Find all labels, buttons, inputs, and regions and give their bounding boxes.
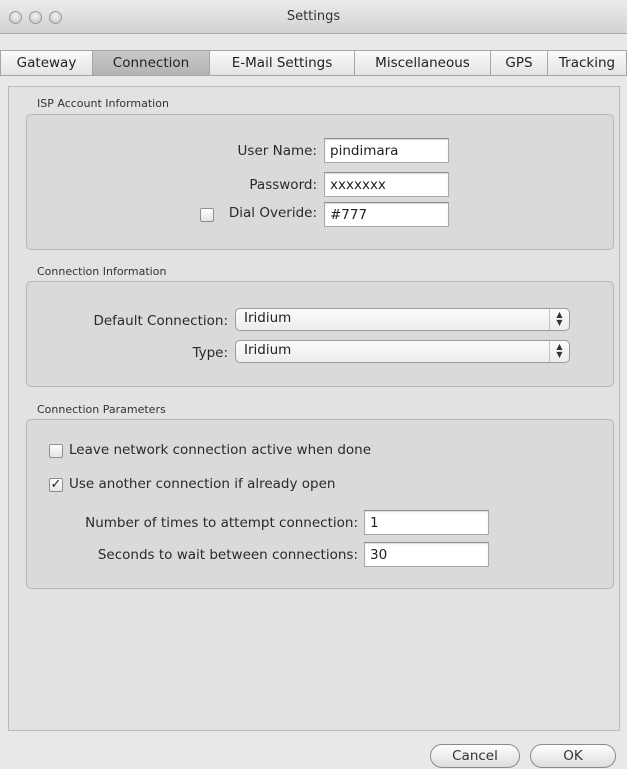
use-another-checkbox[interactable]: ✓ — [49, 478, 63, 492]
type-value: Iridium — [244, 342, 292, 358]
cancel-button[interactable]: Cancel — [430, 744, 520, 768]
tab-email-settings[interactable]: E-Mail Settings — [210, 50, 355, 76]
isp-group-label: ISP Account Information — [37, 97, 169, 110]
ok-button[interactable]: OK — [530, 744, 616, 768]
tab-gateway[interactable]: Gateway — [0, 50, 93, 76]
dial-override-field[interactable] — [324, 202, 449, 227]
user-name-field[interactable] — [324, 138, 449, 163]
tab-connection[interactable]: Connection — [93, 50, 210, 76]
isp-group-box — [26, 114, 614, 250]
type-label: Type: — [192, 345, 228, 361]
tab-tracking[interactable]: Tracking — [548, 50, 627, 76]
tab-gps[interactable]: GPS — [491, 50, 548, 76]
connection-params-group-label: Connection Parameters — [37, 403, 166, 416]
up-down-arrows-icon: ▲ ▼ — [549, 341, 569, 362]
default-connection-value: Iridium — [244, 310, 292, 326]
tab-bar: Gateway Connection E-Mail Settings Misce… — [0, 50, 627, 76]
up-down-arrows-icon: ▲ ▼ — [549, 309, 569, 330]
user-name-label: User Name: — [237, 143, 317, 159]
attempts-field[interactable] — [364, 510, 489, 535]
connection-info-group-label: Connection Information — [37, 265, 167, 278]
leave-active-label: Leave network connection active when don… — [69, 442, 372, 458]
wait-field[interactable] — [364, 542, 489, 567]
password-label: Password: — [249, 177, 317, 193]
window-title: Settings — [286, 9, 341, 24]
tab-miscellaneous[interactable]: Miscellaneous — [355, 50, 491, 76]
dial-override-checkbox[interactable] — [200, 208, 214, 222]
connection-info-group-box — [26, 281, 614, 387]
password-field[interactable] — [324, 172, 449, 197]
default-connection-popup[interactable]: Iridium ▲ ▼ — [235, 308, 570, 331]
checkmark-icon: ✓ — [50, 477, 62, 492]
use-another-label: Use another connection if already open — [69, 476, 336, 492]
type-popup[interactable]: Iridium ▲ ▼ — [235, 340, 570, 363]
wait-label: Seconds to wait between connections: — [97, 547, 358, 563]
default-connection-label: Default Connection: — [93, 313, 228, 329]
attempts-label: Number of times to attempt connection: — [85, 515, 358, 531]
dial-override-label: Dial Overide: — [228, 205, 317, 221]
title-bar: Settings — [0, 0, 627, 34]
leave-active-checkbox[interactable] — [49, 444, 63, 458]
